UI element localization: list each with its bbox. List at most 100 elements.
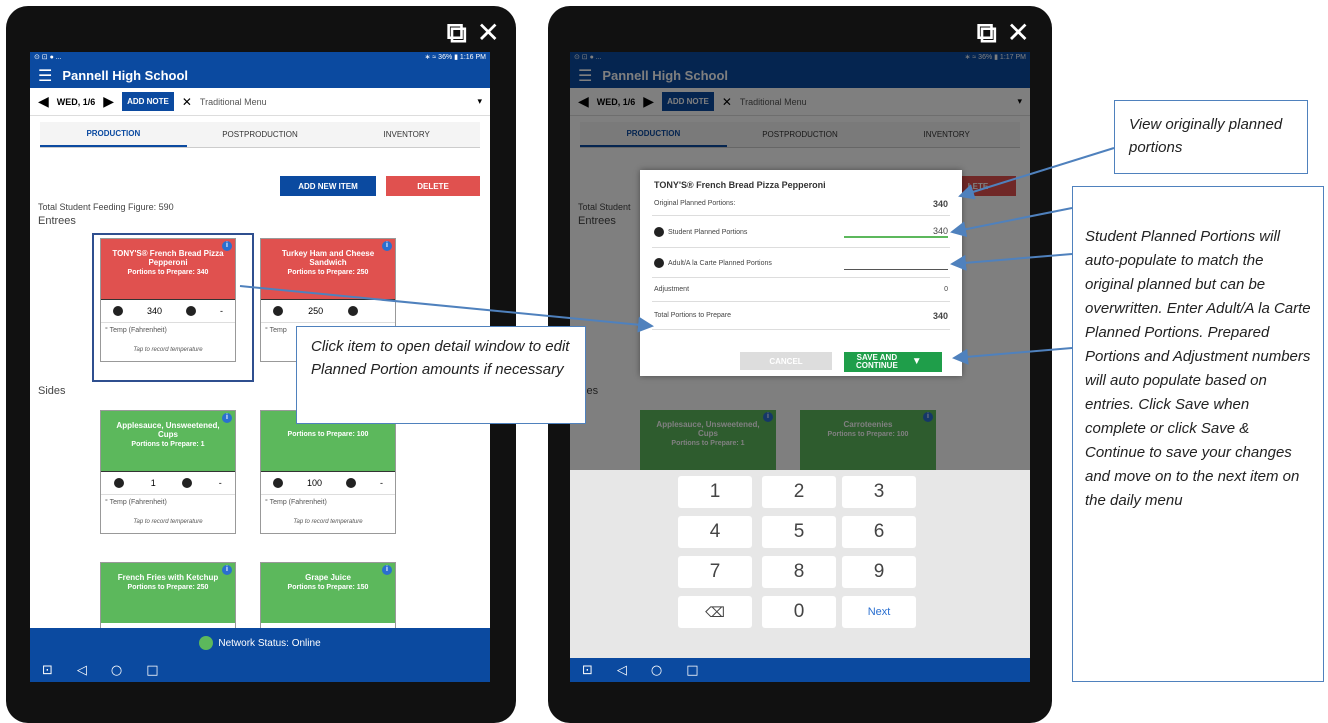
tab-production[interactable]: PRODUCTION [40,122,187,147]
adult-icon [182,478,193,488]
adult-icon [347,306,358,316]
status-right: ∗ ≈ 36% ▮ 1:16 PM [424,54,486,61]
key-6[interactable]: 6 [842,516,916,548]
backspace-icon[interactable]: ⌫ [678,596,752,628]
item-card[interactable]: i Grape Juice Portions to Prepare: 150 [260,562,396,632]
item-name: Applesauce, Unsweetened, Cups [116,421,220,439]
key-7[interactable]: 7 [678,556,752,588]
cancel-button[interactable]: CANCEL [740,352,832,370]
temp-label: ° Temp (Fahrenheit) [265,499,327,506]
total-row: Total Portions to Prepare 340 [652,302,950,330]
original-row: Original Planned Portions: 340 [652,192,950,216]
menu-icon[interactable]: ☰ [38,66,52,85]
delete-button[interactable]: DELETE [386,176,480,196]
tap-temp[interactable]: Tap to record temperature [261,513,395,533]
student-count: 100 [306,478,322,488]
adjustment-row: Adjustment 0 [652,278,950,302]
status-bar: ⊙ ⊡ ● ... ∗ ≈ 36% ▮ 1:16 PM [30,52,490,62]
item-name: Turkey Ham and Cheese Sandwich [281,249,375,267]
key-3[interactable]: 3 [842,476,916,508]
adult-label: Adult/A la Carte Planned Portions [668,259,772,267]
back-icon[interactable]: ◁ [617,663,627,678]
info-icon[interactable]: i [222,565,232,575]
status-left: ⊙ ⊡ ● ... [34,54,62,61]
student-icon [272,478,283,488]
tab-postproduction[interactable]: POSTPRODUCTION [187,122,334,147]
portion-dialog: TONY'S® French Bread Pizza Pepperoni Ori… [640,170,962,376]
adult-icon [345,478,356,488]
item-portions: Portions to Prepare: 250 [287,269,369,276]
item-card[interactable]: iApplesauce, Unsweetened, Cups Portions t… [100,410,236,534]
student-row: Student Planned Portions 340 [652,216,950,248]
app-icon[interactable]: ⊡ [42,663,53,678]
add-new-item-button[interactable]: ADD NEW ITEM [280,176,376,196]
numeric-keypad: 1 2 3 4 5 6 7 8 9 ⌫ 0 Next [570,470,1030,658]
info-icon[interactable]: i [222,413,232,423]
save-continue-button[interactable]: SAVE AND CONTINUE ▼ [844,352,942,372]
key-1[interactable]: 1 [678,476,752,508]
total-value: 340 [932,310,948,321]
school-name: Pannell High School [62,67,189,83]
nav-bar: ⊡ ◁ ○ □ [30,658,490,682]
tap-temp[interactable]: Tap to record temperature [101,513,235,533]
right-screen: ⊙ ⊡ ● ...∗ ≈ 36% ▮ 1:17 PM ☰Pannell High… [570,52,1030,682]
entrees-heading: Entrees [38,215,76,227]
key-8[interactable]: 8 [762,556,836,588]
adult-icon [654,257,664,268]
right-tablet: ⧉ ✕ ⊙ ⊡ ● ...∗ ≈ 36% ▮ 1:17 PM ☰Pannell … [548,6,1052,723]
tab-bar: PRODUCTION POSTPRODUCTION INVENTORY [40,122,480,148]
chevron-down-icon[interactable]: ▼ [912,357,922,367]
item-portions: Portions to Prepare: 250 [127,584,209,591]
callout-student-planned: Student Planned Portions will auto-popul… [1072,186,1324,682]
app-bar: ☰ Pannell High School [30,62,490,88]
next-key[interactable]: Next [842,596,916,628]
student-input[interactable]: 340 [844,226,948,238]
menu-select[interactable]: Traditional Menu [200,97,470,107]
student-icon [114,478,125,488]
add-note-button[interactable]: ADD NOTE [122,92,174,111]
prev-day-icon[interactable]: ◀ [38,94,49,110]
app-icon[interactable]: ⊡ [582,663,593,678]
key-4[interactable]: 4 [678,516,752,548]
utensils-icon: ✕ [181,94,192,109]
adult-count: - [218,478,222,488]
item-card[interactable]: iPortions to Prepare: 100 100- ° Temp (F… [260,410,396,534]
item-portions: Portions to Prepare: 150 [287,584,369,591]
window-controls[interactable]: ⧉ ✕ [977,16,1030,50]
next-day-icon[interactable]: ▶ [103,94,114,110]
tab-inventory[interactable]: INVENTORY [333,122,480,147]
save-label-2: CONTINUE [856,361,898,370]
window-controls[interactable]: ⧉ ✕ [447,16,500,50]
home-icon[interactable]: ○ [651,663,662,678]
student-label: Student Planned Portions [668,228,748,236]
callout-click-item: Click item to open detail window to edit… [296,326,586,424]
adjustment-value: 0 [944,286,948,293]
recents-icon[interactable]: □ [686,663,698,678]
key-2[interactable]: 2 [762,476,836,508]
original-label: Original Planned Portions: [654,200,736,207]
recents-icon[interactable]: □ [146,663,158,678]
temp-label: ° Temp (Fahrenheit) [105,499,167,506]
network-bar: Network Status: Online [30,628,490,658]
home-icon[interactable]: ○ [111,663,122,678]
original-value: 340 [932,198,948,209]
dialog-title: TONY'S® French Bread Pizza Pepperoni [654,180,826,190]
adult-input[interactable] [844,256,948,270]
item-portions: Portions to Prepare: 100 [287,431,369,438]
item-portions: Portions to Prepare: 1 [131,441,205,448]
info-icon[interactable]: i [382,241,392,251]
back-icon[interactable]: ◁ [77,663,87,678]
wifi-icon [199,636,214,650]
total-label: Total Portions to Prepare [654,312,732,319]
sides-heading: Sides [38,385,66,397]
student-count: 250 [308,306,324,316]
key-0[interactable]: 0 [762,596,836,628]
key-9[interactable]: 9 [842,556,916,588]
network-status: Network Status: Online [218,637,321,649]
info-icon[interactable]: i [382,565,392,575]
key-5[interactable]: 5 [762,516,836,548]
adult-row: Adult/A la Carte Planned Portions [652,248,950,278]
item-card[interactable]: i French Fries with Ketchup Portions to Pr… [100,562,236,632]
adult-count: - [379,478,383,488]
chevron-down-icon[interactable]: ▾ [477,96,482,107]
